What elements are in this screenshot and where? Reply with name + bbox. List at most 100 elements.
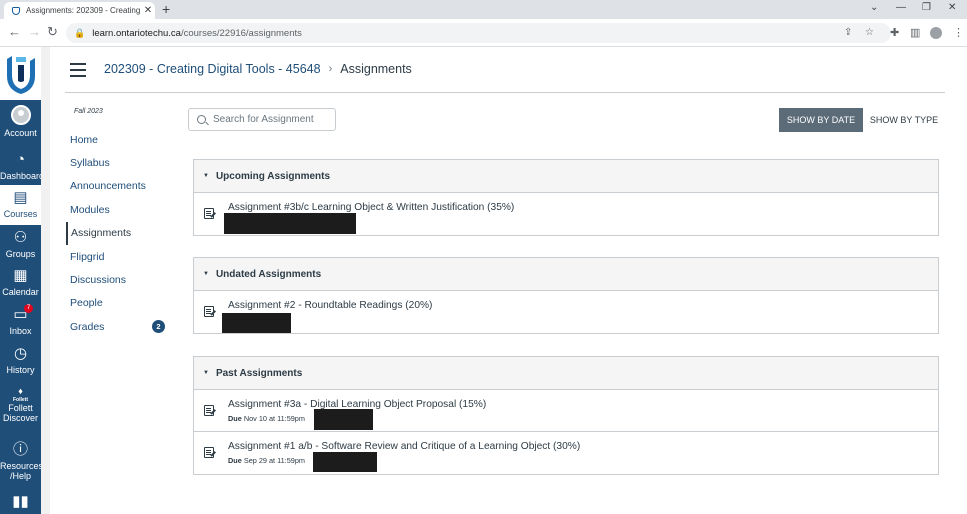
course-nav-label: Assignments — [71, 227, 132, 240]
assignment-row[interactable]: Assignment #2 - Roundtable Readings (20%… — [194, 291, 938, 333]
show-by-date-button[interactable]: SHOW BY DATE — [779, 108, 863, 132]
browser-tab[interactable]: Assignments: 202309 - Creating Digital T… — [4, 2, 155, 19]
university-logo[interactable] — [0, 47, 41, 100]
assignment-title-link[interactable]: Assignment #1 a/b - Software Review and … — [228, 441, 580, 452]
assignment-icon — [204, 306, 214, 317]
side-panel-icon[interactable]: ▥ — [910, 26, 920, 39]
course-nav-syllabus[interactable]: Syllabus — [66, 151, 176, 174]
assignment-row[interactable]: Assignment #3a - Digital Learning Object… — [194, 390, 938, 432]
course-nav-modules[interactable]: Modules — [66, 198, 176, 221]
course-nav-grades[interactable]: Grades 2 — [66, 315, 176, 338]
search-input[interactable]: Search for Assignment — [188, 108, 336, 131]
course-nav-label: People — [70, 297, 103, 310]
grades-count-badge: 2 — [152, 320, 165, 334]
course-nav-label: Flipgrid — [70, 250, 105, 263]
profile-avatar-icon[interactable] — [930, 27, 942, 42]
search-icon — [197, 115, 206, 124]
minimize-icon[interactable]: — — [896, 2, 906, 13]
global-nav-courses[interactable]: ▤ Courses — [0, 185, 41, 225]
course-nav-home[interactable]: Home — [66, 128, 176, 151]
groups-icon: ⚇ — [13, 229, 28, 246]
course-term: Fall 2023 — [74, 108, 103, 115]
redaction-block — [314, 409, 373, 430]
course-nav-people[interactable]: People — [66, 292, 176, 315]
assignment-group-header[interactable]: ▼ Upcoming Assignments — [194, 160, 938, 193]
assignment-icon — [204, 208, 214, 219]
assignment-group-title: Past Assignments — [215, 367, 303, 379]
url-path: /courses/22916/assignments — [180, 27, 302, 39]
help-icon: ⓘ — [12, 441, 28, 458]
global-nav-inbox[interactable]: ▭ 7 Inbox — [0, 304, 41, 336]
calendar-icon: ▦ — [13, 267, 28, 284]
url-host: learn.ontariotechu.ca — [92, 27, 181, 39]
redaction-block — [313, 452, 377, 472]
global-nav-calendar[interactable]: ▦ Calendar — [0, 267, 41, 297]
assignment-row[interactable]: Assignment #3b/c Learning Object & Writt… — [194, 193, 938, 235]
bookmark-star-icon[interactable]: ☆ — [865, 27, 874, 38]
inbox-icon: ▭ — [13, 306, 28, 323]
assignment-group-undated: ▼ Undated Assignments Assignment #2 - Ro… — [193, 257, 939, 334]
caret-down-icon: ▼ — [203, 271, 209, 277]
global-nav-label: Follett Discover — [2, 403, 38, 423]
show-by-type-button[interactable]: SHOW BY TYPE — [865, 108, 943, 132]
course-nav-label: Discussions — [70, 274, 127, 287]
course-nav-label: Grades — [70, 320, 105, 333]
redaction-block — [222, 313, 291, 333]
history-icon: ◷ — [13, 345, 28, 362]
new-tab-icon[interactable]: + — [162, 1, 170, 17]
global-nav-label: Courses — [3, 209, 38, 219]
assignment-icon — [204, 447, 214, 458]
global-nav-more[interactable]: ▮▮ — [0, 493, 41, 513]
course-menu-toggle-icon[interactable] — [70, 63, 86, 81]
forward-arrow-icon[interactable]: → — [28, 24, 41, 39]
follett-icon: ♦ — [18, 386, 23, 396]
shield-logo-icon — [6, 55, 35, 94]
page-scrollbar[interactable] — [41, 47, 50, 514]
browser-tab-title: Assignments: 202309 - Creating Digital T… — [26, 6, 141, 15]
close-window-icon[interactable]: ✕ — [948, 2, 956, 13]
global-navigation: Account ◔ Dashboard ▤ Courses ⚇ Groups ▦… — [0, 47, 44, 514]
course-nav-assignments[interactable]: Assignments — [66, 221, 176, 245]
extensions-puzzle-icon[interactable]: ✚ — [890, 26, 899, 39]
global-nav-help[interactable]: ⓘ Resources /Help — [0, 441, 44, 481]
assignment-group-upcoming: ▼ Upcoming Assignments Assignment #3b/c … — [193, 159, 939, 236]
caret-down-icon: ▼ — [203, 370, 209, 376]
courses-icon: ▤ — [13, 189, 28, 206]
assignment-group-header[interactable]: ▼ Past Assignments — [194, 357, 938, 390]
breadcrumb-course-link[interactable]: 202309 - Creating Digital Tools - 45648 — [104, 62, 321, 76]
back-arrow-icon[interactable]: ← — [8, 24, 21, 39]
search-placeholder: Search for Assignment — [213, 114, 314, 125]
breadcrumb-current: Assignments — [340, 62, 412, 76]
book-icon: ▮▮ — [12, 493, 29, 510]
lock-icon: 🔒 — [74, 27, 86, 38]
inbox-unread-badge: 7 — [24, 304, 33, 313]
global-nav-follett-discover[interactable]: ♦ Follett Follett Discover — [0, 385, 41, 423]
assignment-group-title: Undated Assignments — [215, 268, 322, 280]
course-nav-flipgrid[interactable]: Flipgrid — [66, 245, 176, 268]
assignment-row[interactable]: Assignment #1 a/b - Software Review and … — [194, 432, 938, 474]
browser-tab-strip: Assignments: 202309 - Creating Digital T… — [0, 0, 967, 19]
share-icon[interactable]: ⇪ — [844, 27, 852, 38]
assignment-group-header[interactable]: ▼ Undated Assignments — [194, 258, 938, 291]
chevron-down-icon[interactable]: ⌄ — [870, 2, 878, 13]
global-nav-label: History — [6, 365, 35, 375]
reload-icon[interactable]: ↻ — [47, 24, 58, 40]
browser-toolbar: ← → ↻ 🔒 learn.ontariotechu.ca/courses/22… — [0, 19, 967, 47]
global-nav-history[interactable]: ◷ History — [0, 345, 41, 375]
address-bar[interactable]: 🔒 learn.ontariotechu.ca/courses/22916/as… — [66, 23, 891, 43]
header-divider — [65, 92, 945, 93]
assignment-group-past: ▼ Past Assignments Assignment #3a - Digi… — [193, 356, 939, 475]
global-nav-dashboard[interactable]: ◔ Dashboard — [0, 151, 44, 181]
course-nav-discussions[interactable]: Discussions — [66, 268, 176, 291]
due-label: Due — [228, 414, 242, 423]
assignment-title-link[interactable]: Assignment #2 - Roundtable Readings (20%… — [228, 300, 432, 311]
global-nav-label: Resources /Help — [0, 461, 44, 481]
browser-menu-icon[interactable]: ⋮ — [953, 26, 964, 39]
assignment-title-link[interactable]: Assignment #3b/c Learning Object & Writt… — [228, 202, 514, 213]
due-date-value: Nov 10 at 11:59pm — [243, 414, 305, 423]
close-tab-icon[interactable]: ✕ — [141, 5, 155, 16]
course-nav-announcements[interactable]: Announcements — [66, 175, 176, 198]
restore-icon[interactable]: ❐ — [922, 2, 931, 13]
global-nav-account[interactable]: Account — [0, 105, 41, 138]
global-nav-groups[interactable]: ⚇ Groups — [0, 229, 41, 259]
